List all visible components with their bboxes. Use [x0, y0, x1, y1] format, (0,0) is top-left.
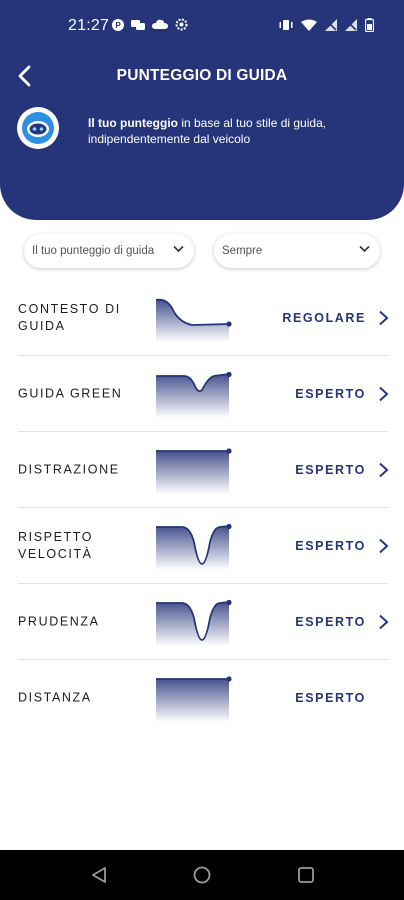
status-time: 21:27: [68, 17, 110, 34]
row-level: ESPERTO: [295, 691, 366, 705]
settings-icon: [175, 18, 188, 31]
header: 21:27 P PUNTEGGIO DI GUIDA Il tuo punteg: [0, 0, 404, 220]
intro-text: Il tuo punteggio in base al tuo stile di…: [88, 115, 388, 147]
home-nav-icon[interactable]: [193, 866, 211, 884]
battery-icon: [365, 18, 374, 32]
chevron-right-icon[interactable]: [378, 462, 390, 478]
flat-trend-icon: [156, 448, 232, 494]
app-notification-icon: P: [112, 18, 124, 31]
score-row-guida-green[interactable]: GUIDA GREEN ESPERTO: [0, 356, 404, 432]
row-level: ESPERTO: [295, 539, 366, 553]
flat-trend-icon: [156, 676, 232, 722]
chevron-down-icon: [173, 245, 184, 253]
descending-trend-icon: [155, 298, 232, 342]
score-row-distanza: DISTANZA ESPERTO: [0, 660, 404, 736]
wifi-icon: [301, 19, 317, 31]
intro-bold: Il tuo punteggio: [88, 116, 178, 130]
period-dropdown[interactable]: Sempre: [214, 234, 380, 268]
deep-dip-trend-icon: [156, 600, 232, 646]
back-nav-icon[interactable]: [90, 866, 108, 884]
score-row-rispetto-velocita[interactable]: RISPETTO VELOCITÀ ESPERTO: [0, 508, 404, 584]
robot-avatar: [17, 107, 59, 149]
row-level: ESPERTO: [295, 463, 366, 477]
score-type-value: Il tuo punteggio di guida: [32, 245, 155, 257]
chevron-right-icon[interactable]: [378, 538, 390, 554]
period-value: Sempre: [222, 245, 263, 257]
chat-icon: [131, 19, 145, 30]
recents-nav-icon[interactable]: [297, 866, 315, 884]
page-title: PUNTEGGIO DI GUIDA: [116, 67, 288, 84]
chevron-right-icon[interactable]: [378, 310, 390, 326]
score-row-prudenza[interactable]: PRUDENZA ESPERTO: [0, 584, 404, 660]
row-label: DISTANZA: [18, 690, 92, 705]
status-bar: 21:27 P: [0, 0, 404, 46]
signal-off-icon: [325, 19, 337, 31]
system-nav-bar: [0, 850, 404, 900]
score-row-contesto[interactable]: CONTESTO DI GUIDA REGOLARE: [0, 280, 404, 356]
row-label: RISPETTO VELOCITÀ: [18, 530, 94, 561]
notification-icons: P: [112, 18, 188, 31]
row-level: REGOLARE: [282, 311, 366, 325]
robot-icon: [22, 112, 54, 144]
chevron-down-icon: [359, 245, 370, 253]
score-type-dropdown[interactable]: Il tuo punteggio di guida: [24, 234, 194, 268]
svg-text:P: P: [115, 21, 121, 30]
cloud-icon: [152, 19, 168, 29]
vibrate-icon: [279, 20, 293, 30]
signal-off-icon: [345, 19, 357, 31]
dip-trend-icon: [156, 372, 232, 418]
row-label: GUIDA GREEN: [18, 386, 123, 401]
score-row-distrazione[interactable]: DISTRAZIONE ESPERTO: [0, 432, 404, 508]
deep-dip-trend-icon: [156, 524, 232, 570]
system-icons: [279, 18, 374, 32]
row-label: PRUDENZA: [18, 614, 100, 629]
row-label: DISTRAZIONE: [18, 462, 120, 477]
score-list: CONTESTO DI GUIDA REGOLARE GUIDA GREEN E…: [0, 280, 404, 736]
chevron-right-icon[interactable]: [378, 614, 390, 630]
row-level: ESPERTO: [295, 387, 366, 401]
chevron-right-icon[interactable]: [378, 386, 390, 402]
row-level: ESPERTO: [295, 615, 366, 629]
row-label: CONTESTO DI GUIDA: [18, 302, 121, 333]
